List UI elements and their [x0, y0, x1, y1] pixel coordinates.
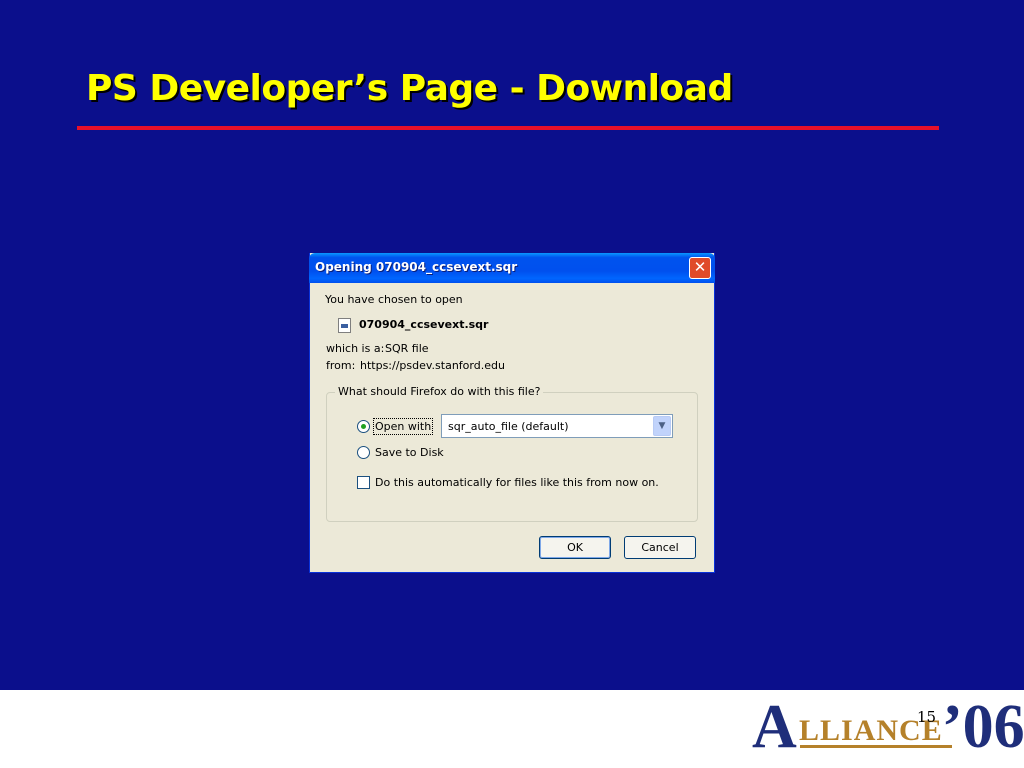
slide-title: PS Developer’s Page - Download — [86, 68, 733, 109]
open-with-radio[interactable] — [357, 420, 370, 433]
intro-text: You have chosen to open — [325, 293, 463, 306]
save-to-disk-radio[interactable] — [357, 446, 370, 459]
ok-button[interactable]: OK — [539, 536, 611, 559]
save-to-disk-label[interactable]: Save to Disk — [375, 446, 444, 459]
type-label: which is a: — [326, 342, 385, 355]
close-icon: ✕ — [693, 258, 707, 276]
open-with-label[interactable]: Open with — [372, 418, 434, 435]
logo-year: ’06 — [942, 693, 1024, 761]
file-name: 070904_ccsevext.sqr — [359, 318, 489, 331]
from-label: from: — [326, 359, 356, 372]
logo-first-letter: A — [752, 693, 797, 761]
auto-label[interactable]: Do this automatically for files like thi… — [375, 476, 659, 489]
logo-underline — [800, 745, 952, 748]
dialog-title: Opening 070904_ccsevext.sqr — [315, 260, 518, 274]
auto-checkbox[interactable] — [357, 476, 370, 489]
dialog-titlebar[interactable]: Opening 070904_ccsevext.sqr ✕ — [309, 253, 715, 283]
title-divider — [77, 126, 939, 130]
open-with-select[interactable]: sqr_auto_file (default) ▼ — [441, 414, 673, 438]
open-with-app: sqr_auto_file (default) — [448, 420, 569, 433]
type-value: SQR file — [385, 342, 429, 355]
close-button[interactable]: ✕ — [689, 257, 711, 279]
action-group: What should Firefox do with this file? O… — [326, 385, 698, 522]
file-icon — [338, 318, 351, 333]
chevron-down-icon[interactable]: ▼ — [653, 416, 671, 436]
group-title: What should Firefox do with this file? — [335, 385, 544, 398]
from-value: https://psdev.stanford.edu — [360, 359, 505, 372]
download-dialog: Opening 070904_ccsevext.sqr ✕ You have c… — [309, 253, 715, 573]
cancel-button[interactable]: Cancel — [624, 536, 696, 559]
page-number: 15 — [917, 708, 937, 726]
